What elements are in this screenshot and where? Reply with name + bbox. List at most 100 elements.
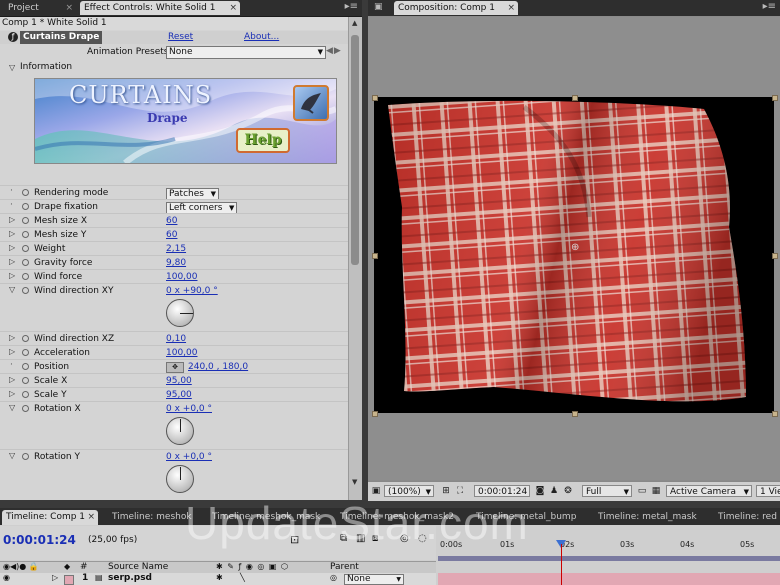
timeline-timecode[interactable]: 0:00:01:24	[3, 533, 76, 547]
work-area-bar[interactable]	[438, 556, 780, 561]
stopwatch-icon[interactable]	[22, 203, 29, 210]
scroll-down-icon[interactable]: ▼	[352, 478, 357, 486]
property-row-drape-fixation[interactable]: · Drape fixation Left corners ▼	[0, 199, 348, 214]
scroll-thumb[interactable]	[351, 35, 359, 265]
layer-duration-bar[interactable]	[438, 573, 780, 585]
close-icon[interactable]: ×	[65, 1, 73, 15]
property-row-rendering-mode[interactable]: · Rendering mode Patches ▼	[0, 185, 348, 200]
twirl-down-icon[interactable]: ▽	[9, 403, 15, 412]
layer-name[interactable]: serp.psd	[108, 573, 152, 583]
property-value[interactable]: 100,00	[166, 346, 198, 360]
property-row-weight[interactable]: ▷ Weight 2,15	[0, 241, 348, 256]
property-row-position[interactable]: · Position ✥ 240,0 , 180,0	[0, 359, 348, 374]
show-snapshot-icon[interactable]: ♟	[548, 485, 560, 497]
stopwatch-icon[interactable]	[22, 273, 29, 280]
stopwatch-icon[interactable]	[22, 405, 29, 412]
region-of-interest-icon[interactable]: ▭	[636, 485, 648, 497]
close-icon[interactable]: ×	[229, 1, 237, 15]
property-value[interactable]: 95,00	[166, 388, 192, 402]
pickwhip-icon[interactable]: ◎	[330, 573, 337, 582]
stopwatch-icon[interactable]	[22, 377, 29, 384]
close-icon[interactable]: ×	[507, 1, 515, 15]
transparency-grid-icon[interactable]: ▦	[650, 485, 662, 497]
twirl-right-icon[interactable]: ▷	[9, 229, 15, 238]
composition-viewer[interactable]: ⊕	[368, 17, 780, 480]
property-value[interactable]: 95,00	[166, 374, 192, 388]
angle-dial[interactable]	[166, 465, 194, 493]
property-row-mesh-size-x[interactable]: ▷ Mesh size X 60	[0, 213, 348, 228]
stopwatch-icon[interactable]	[22, 349, 29, 356]
property-value[interactable]: 0,10	[166, 332, 186, 346]
transform-handle[interactable]	[372, 411, 378, 417]
column-source-name[interactable]: Source Name	[108, 562, 168, 572]
tab-timeline-red[interactable]: Timeline: red s	[714, 510, 780, 525]
views-select[interactable]: 1 View	[756, 485, 780, 497]
fx-toggle-icon[interactable]: ƒ	[8, 32, 18, 42]
stopwatch-icon[interactable]	[22, 391, 29, 398]
property-value[interactable]: 240,0 , 180,0	[188, 360, 248, 374]
twirl-down-icon[interactable]: ▽	[9, 285, 15, 294]
angle-dial[interactable]	[166, 417, 194, 445]
property-value[interactable]: 100,00	[166, 270, 198, 284]
timeline-layer-row[interactable]: ◉ ▷ 1 ▤ serp.psd ✱ ╲ ◎ None ▼	[0, 573, 436, 585]
property-value[interactable]: 2,15	[166, 242, 186, 256]
tab-effect-controls[interactable]: Effect Controls: White Solid 1 ×	[80, 1, 240, 15]
snapshot-icon[interactable]: ◙	[534, 485, 546, 497]
animation-presets-select[interactable]: None ▼	[166, 46, 326, 59]
bullet-icon[interactable]: ·	[10, 200, 13, 210]
twirl-right-icon[interactable]: ▷	[9, 333, 15, 342]
transform-handle[interactable]	[372, 253, 378, 259]
stopwatch-icon[interactable]	[22, 363, 29, 370]
tab-composition[interactable]: Composition: Comp 1 ×	[394, 1, 518, 15]
stopwatch-icon[interactable]	[22, 259, 29, 266]
tab-timeline-metal-mask[interactable]: Timeline: metal_mask	[594, 510, 697, 525]
property-row-rotation-x[interactable]: ▽ Rotation X 0 x +0,0 °	[0, 401, 348, 416]
property-row-wind-direction-xy[interactable]: ▽ Wind direction XY 0 x +90,0 °	[0, 283, 348, 298]
twirl-right-icon[interactable]: ▷	[9, 271, 15, 280]
layer-quality-icon[interactable]: ╲	[240, 573, 245, 582]
tab-timeline-meshok[interactable]: Timeline: meshok	[108, 510, 192, 525]
property-value[interactable]: 9,80	[166, 256, 186, 270]
close-icon[interactable]: ×	[87, 510, 95, 525]
twirl-right-icon[interactable]: ▷	[9, 215, 15, 224]
property-value[interactable]: 60	[166, 228, 177, 242]
tab-project[interactable]: Project ×	[4, 1, 76, 15]
property-row-gravity-force[interactable]: ▷ Gravity force 9,80	[0, 255, 348, 270]
twirl-down-icon[interactable]: ▽	[9, 451, 15, 460]
resolution-select[interactable]: Full ▼	[582, 485, 632, 497]
layer-label-color[interactable]	[64, 575, 74, 585]
help-button[interactable]: Help	[236, 128, 290, 153]
stopwatch-icon[interactable]	[22, 453, 29, 460]
about-link[interactable]: About...	[244, 31, 279, 44]
transform-handle[interactable]	[772, 95, 778, 101]
transform-handle[interactable]	[772, 253, 778, 259]
panel-menu-icon[interactable]: ▸≡	[763, 1, 776, 12]
property-row-rotation-y[interactable]: ▽ Rotation Y 0 x +0,0 °	[0, 449, 348, 464]
transform-handle[interactable]	[772, 411, 778, 417]
camera-select[interactable]: Active Camera ▼	[666, 485, 752, 497]
twirl-right-icon[interactable]: ▷	[9, 347, 15, 356]
composition-canvas[interactable]: ⊕	[374, 97, 774, 413]
layer-switch-icon[interactable]: ✱	[216, 573, 223, 582]
property-value[interactable]: 60	[166, 214, 177, 228]
twirl-right-icon[interactable]: ▷	[9, 375, 15, 384]
property-value[interactable]: 0 x +0,0 °	[166, 402, 212, 416]
twirl-down-icon[interactable]: ▽	[9, 63, 15, 72]
information-group[interactable]: ▽ Information	[0, 61, 348, 74]
column-parent[interactable]: Parent	[330, 562, 359, 572]
crosshair-icon[interactable]: ✥	[166, 362, 184, 373]
property-row-scale-x[interactable]: ▷ Scale X 95,00	[0, 373, 348, 388]
stopwatch-icon[interactable]	[22, 189, 29, 196]
parent-select[interactable]: None ▼	[344, 574, 404, 585]
channels-icon[interactable]: ❂	[562, 485, 574, 497]
effect-name[interactable]: Curtains Drape	[20, 31, 103, 44]
stopwatch-icon[interactable]	[22, 245, 29, 252]
twirl-right-icon[interactable]: ▷	[52, 573, 58, 582]
property-row-wind-direction-xz[interactable]: ▷ Wind direction XZ 0,10	[0, 331, 348, 346]
bullet-icon[interactable]: ·	[10, 186, 13, 196]
property-row-scale-y[interactable]: ▷ Scale Y 95,00	[0, 387, 348, 402]
transform-handle[interactable]	[372, 95, 378, 101]
tab-timeline-comp1[interactable]: Timeline: Comp 1 ×	[2, 510, 98, 525]
stopwatch-icon[interactable]	[22, 217, 29, 224]
property-value[interactable]: 0 x +90,0 °	[166, 284, 218, 298]
